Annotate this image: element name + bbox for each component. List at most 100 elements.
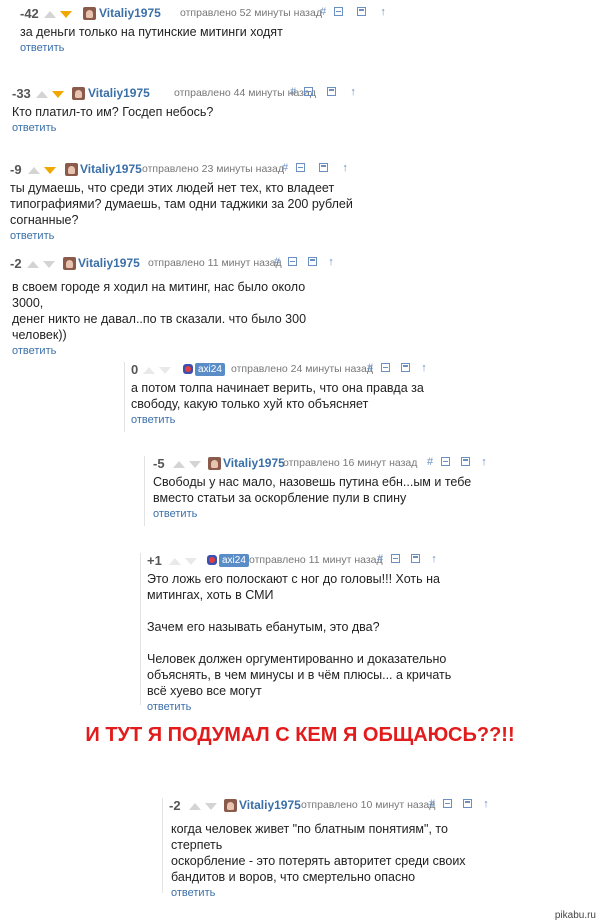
comment-tools: # ↑ <box>377 553 445 565</box>
comment-header: -9 Vitaliy1975 отправлено 23 минуты наза… <box>10 162 580 180</box>
upvote-icon[interactable] <box>173 461 185 468</box>
username-link[interactable]: Vitaliy1975 <box>223 456 285 470</box>
avatar[interactable] <box>63 257 76 270</box>
comment: -9 Vitaliy1975 отправлено 23 минуты наза… <box>10 162 580 242</box>
downvote-icon[interactable] <box>43 261 55 268</box>
comment-body-highlight: когда человек живет "по блатным понятиям… <box>167 818 485 899</box>
comment-score: -42 <box>20 6 39 21</box>
caption-banner: И ТУТ Я ПОДУМАЛ С КЕМ Я ОБЩАЮСЬ??!! <box>85 724 515 746</box>
upvote-icon[interactable] <box>143 367 155 374</box>
collapse-icon[interactable] <box>288 257 298 266</box>
save-icon[interactable] <box>319 163 329 172</box>
comment: +1 axi24 отправлено 11 минут назад # ↑ Э… <box>140 553 577 713</box>
avatar[interactable] <box>83 7 96 20</box>
parent-arrow-icon[interactable]: ↑ <box>380 6 386 18</box>
save-icon[interactable] <box>308 257 318 266</box>
upvote-icon[interactable] <box>189 803 201 810</box>
timestamp: отправлено 52 минуты назад <box>180 7 322 19</box>
permalink-icon[interactable]: # <box>320 6 326 18</box>
timestamp: отправлено 10 минут назад <box>301 799 436 811</box>
avatar[interactable] <box>72 87 85 100</box>
permalink-icon[interactable]: # <box>367 362 373 374</box>
parent-arrow-icon[interactable]: ↑ <box>350 86 356 98</box>
username-link[interactable]: Vitaliy1975 <box>88 86 150 100</box>
vote-arrows <box>36 91 66 99</box>
avatar[interactable] <box>224 799 237 812</box>
comment-text: Это ложь его полоскают с ног до головы!!… <box>147 572 452 698</box>
username-link[interactable]: axi24 <box>195 363 225 376</box>
collapse-icon[interactable] <box>443 799 453 808</box>
timestamp: отправлено 23 минуты назад <box>142 163 284 175</box>
upvote-icon[interactable] <box>169 558 181 565</box>
reply-link[interactable]: ответить <box>20 42 580 54</box>
downvote-icon[interactable] <box>205 803 217 810</box>
username-link[interactable]: axi24 <box>219 554 249 567</box>
downvote-icon[interactable] <box>159 367 171 374</box>
save-icon[interactable] <box>461 457 471 466</box>
reply-link[interactable]: ответить <box>153 508 573 520</box>
save-icon[interactable] <box>411 554 421 563</box>
username-link[interactable]: Vitaliy1975 <box>80 162 142 176</box>
downvote-icon[interactable] <box>44 167 56 174</box>
comment-text: Кто платил-то им? Госдеп небось? <box>12 105 214 119</box>
vote-arrows <box>169 558 199 566</box>
comment: -42 Vitaliy1975 отправлено 52 минуты наз… <box>20 6 580 54</box>
parent-arrow-icon[interactable]: ↑ <box>483 798 489 810</box>
comment-header: 0 axi24 отправлено 24 минуты назад # ↑ <box>131 362 571 380</box>
permalink-icon[interactable]: # <box>429 798 435 810</box>
collapse-icon[interactable] <box>391 554 401 563</box>
save-icon[interactable] <box>327 87 337 96</box>
comment-score: -33 <box>12 86 31 101</box>
upvote-icon[interactable] <box>44 11 56 18</box>
upvote-icon[interactable] <box>28 167 40 174</box>
user-badge-icon <box>207 555 217 565</box>
collapse-icon[interactable] <box>381 363 391 372</box>
user-badge-icon <box>183 364 193 374</box>
comment: -2 Vitaliy1975 отправлено 11 минут назад… <box>8 256 334 357</box>
parent-arrow-icon[interactable]: ↑ <box>431 553 437 565</box>
vote-arrows <box>173 461 203 469</box>
permalink-icon[interactable]: # <box>282 162 288 174</box>
upvote-icon[interactable] <box>27 261 39 268</box>
collapse-icon[interactable] <box>304 87 314 96</box>
upvote-icon[interactable] <box>36 91 48 98</box>
save-icon[interactable] <box>401 363 411 372</box>
save-icon[interactable] <box>357 7 367 16</box>
reply-link[interactable]: ответить <box>167 887 485 899</box>
username-link[interactable]: Vitaliy1975 <box>78 256 140 270</box>
reply-link[interactable]: ответить <box>147 701 577 713</box>
timestamp: отправлено 11 минут назад <box>249 554 383 566</box>
parent-arrow-icon[interactable]: ↑ <box>421 362 427 374</box>
watermark: pikabu.ru <box>554 910 596 921</box>
avatar[interactable] <box>65 163 78 176</box>
parent-arrow-icon[interactable]: ↑ <box>342 162 348 174</box>
permalink-icon[interactable]: # <box>290 86 296 98</box>
downvote-icon[interactable] <box>52 91 64 98</box>
collapse-icon[interactable] <box>296 163 306 172</box>
collapse-icon[interactable] <box>334 7 344 16</box>
parent-arrow-icon[interactable]: ↑ <box>328 256 334 268</box>
vote-arrows <box>189 803 219 811</box>
comment-header: -33 Vitaliy1975 отправлено 44 минуты наз… <box>12 86 582 104</box>
reply-link[interactable]: ответить <box>131 414 571 426</box>
username-link[interactable]: Vitaliy1975 <box>99 6 161 20</box>
downvote-icon[interactable] <box>185 558 197 565</box>
reply-link[interactable]: ответить <box>8 345 324 357</box>
comment: -2 Vitaliy1975 отправлено 10 минут назад… <box>162 798 491 899</box>
comment-text: когда человек живет "по блатным понятиям… <box>171 822 466 884</box>
avatar[interactable] <box>208 457 221 470</box>
collapse-icon[interactable] <box>441 457 451 466</box>
reply-link[interactable]: ответить <box>10 230 580 242</box>
permalink-icon[interactable]: # <box>274 256 280 268</box>
downvote-icon[interactable] <box>189 461 201 468</box>
downvote-icon[interactable] <box>60 11 72 18</box>
save-icon[interactable] <box>463 799 473 808</box>
username-link[interactable]: Vitaliy1975 <box>239 798 301 812</box>
permalink-icon[interactable]: # <box>377 553 383 565</box>
comment-header: -2 Vitaliy1975 отправлено 10 минут назад… <box>167 798 491 816</box>
timestamp: отправлено 24 минуты назад <box>231 363 373 375</box>
parent-arrow-icon[interactable]: ↑ <box>481 456 487 468</box>
reply-link[interactable]: ответить <box>12 122 582 134</box>
comment: -33 Vitaliy1975 отправлено 44 минуты наз… <box>12 86 582 134</box>
permalink-icon[interactable]: # <box>427 456 433 468</box>
